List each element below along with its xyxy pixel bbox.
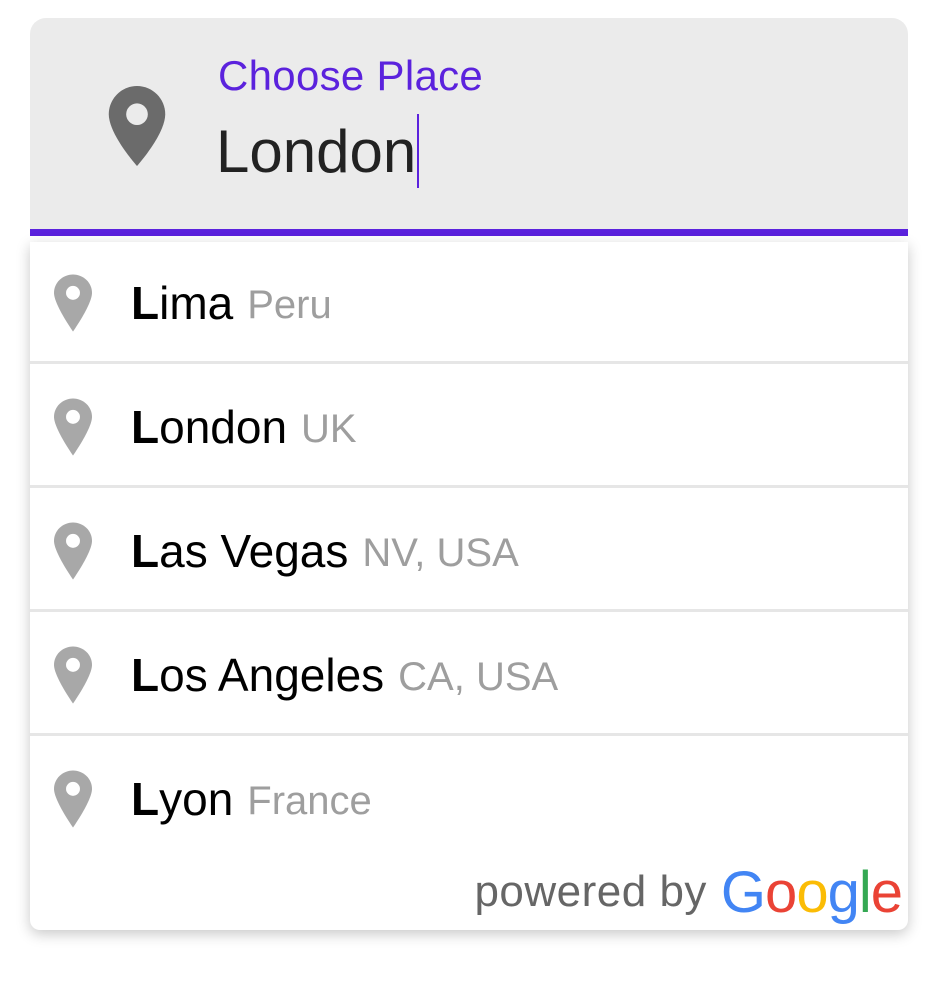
- suggestion-secondary-text: CA, USA: [398, 654, 559, 699]
- map-pin-icon: [54, 522, 92, 580]
- suggestions-dropdown: Lima Peru London UK Las Vegas NV, USA Lo…: [30, 242, 908, 930]
- powered-by-text: powered by: [474, 867, 707, 916]
- google-logo-letter: g: [827, 859, 860, 925]
- suggestion-text: Lyon France: [131, 738, 372, 860]
- suggestion-text: Las Vegas NV, USA: [131, 490, 519, 612]
- google-logo-letter: G: [720, 859, 766, 925]
- suggestion-text: Los Angeles CA, USA: [131, 614, 558, 736]
- field-label: Choose Place: [218, 52, 484, 99]
- suggestion-item[interactable]: Los Angeles CA, USA: [30, 614, 908, 736]
- google-logo-letter: l: [858, 859, 872, 925]
- place-autocomplete-field[interactable]: Choose Place London: [30, 18, 908, 236]
- google-logo-letter: o: [765, 859, 797, 925]
- suggestion-secondary-text: France: [247, 778, 372, 823]
- map-pin-icon: [54, 646, 92, 704]
- suggestion-item[interactable]: Las Vegas NV, USA: [30, 490, 908, 612]
- suggestion-text: Lima Peru: [131, 242, 332, 364]
- map-pin-icon: [54, 770, 92, 828]
- suggestion-item[interactable]: Lima Peru: [30, 242, 908, 364]
- suggestion-main-text: London: [131, 401, 288, 453]
- suggestion-main-text: Las Vegas: [131, 525, 349, 577]
- powered-by-google-attribution: powered by Google: [474, 859, 903, 926]
- suggestion-text: London UK: [131, 366, 357, 488]
- suggestion-main-text: Los Angeles: [131, 649, 385, 701]
- suggestion-item[interactable]: London UK: [30, 366, 908, 488]
- google-logo-letter: o: [796, 859, 828, 925]
- suggestion-secondary-text: Peru: [247, 282, 332, 327]
- suggestion-main-text: Lyon: [131, 773, 234, 825]
- suggestion-secondary-text: NV, USA: [362, 530, 519, 575]
- map-pin-icon: [54, 398, 92, 456]
- input-value: London: [216, 117, 417, 185]
- map-pin-icon: [108, 86, 166, 166]
- google-logo: Google: [720, 859, 903, 926]
- text-caret: [417, 114, 420, 188]
- google-logo-letter: e: [870, 859, 903, 925]
- suggestion-item[interactable]: Lyon France: [30, 738, 908, 860]
- map-pin-icon: [54, 274, 92, 332]
- suggestion-secondary-text: UK: [301, 406, 357, 451]
- place-search-input[interactable]: London: [216, 114, 420, 188]
- suggestion-main-text: Lima: [131, 277, 234, 329]
